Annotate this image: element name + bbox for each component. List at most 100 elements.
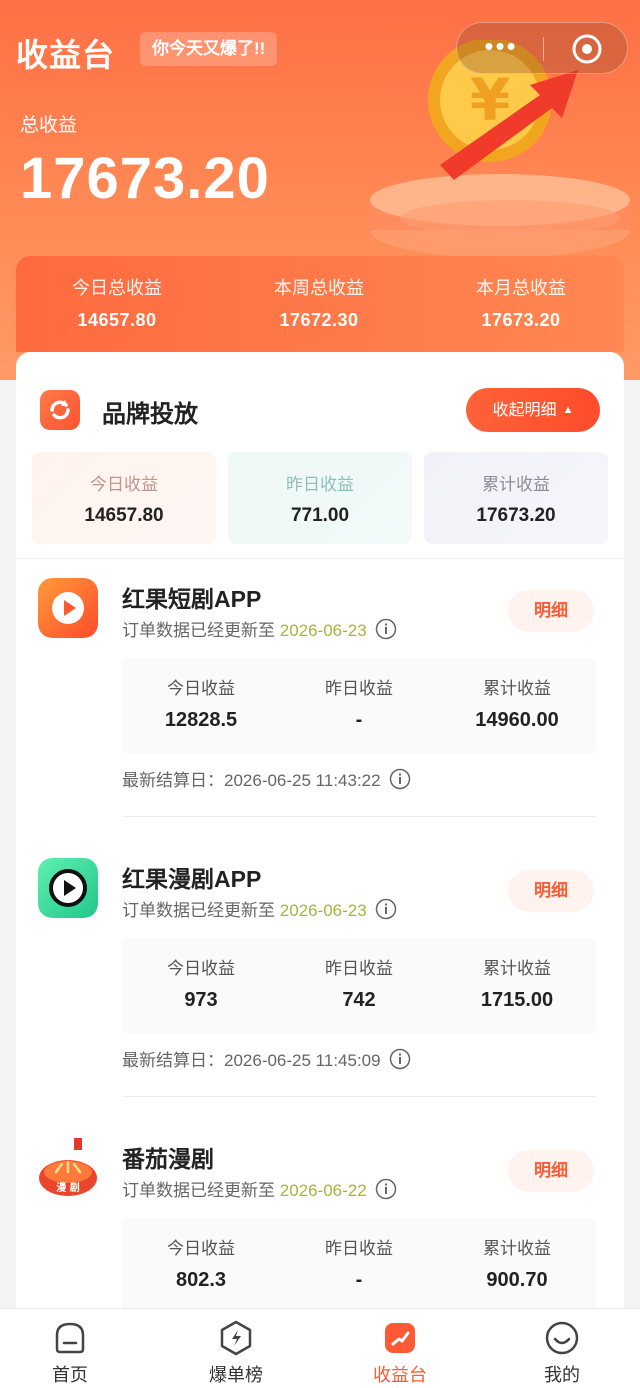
- earnings-summary-bar: 今日总收益 14657.80 本周总收益 17672.30 本月总收益 1767…: [16, 256, 624, 352]
- stat-label: 昨日收益: [325, 1239, 393, 1258]
- app-item: 红果短剧APP 订单数据已经更新至 2026-06-23 明细 今日收益 1282…: [16, 578, 624, 858]
- home-icon: [55, 1322, 85, 1354]
- collapse-label: 收起明细: [492, 402, 557, 419]
- header-banner: 收益台 你今天又爆了!! ¥ ••• 总收益 17673.20 今日总收益 14…: [0, 0, 640, 380]
- section-divider: [16, 558, 624, 559]
- summary-today: 今日总收益 14657.80: [16, 274, 218, 331]
- settlement-date: 最新结算日：2026-06-25 11:43:22: [122, 766, 411, 791]
- app-divider: [122, 1096, 596, 1097]
- detail-button[interactable]: 明细: [508, 870, 594, 912]
- stat-label: 昨日收益: [286, 475, 354, 494]
- detail-button[interactable]: 明细: [508, 1150, 594, 1192]
- tab-earnings[interactable]: 收益台: [350, 1319, 450, 1387]
- stat-value: 14960.00: [475, 709, 559, 731]
- brand-placement-icon: [40, 390, 80, 430]
- bottom-tab-bar: 首页 爆单榜 收益台 我的: [0, 1308, 640, 1388]
- profile-face-icon: [545, 1321, 579, 1355]
- info-icon[interactable]: [375, 618, 397, 640]
- app-item: 漫 剧 番茄漫剧 订单数据已经更新至 2026-06-22 明细 今日收益 802…: [16, 1138, 624, 1312]
- detail-button[interactable]: 明细: [508, 590, 594, 632]
- update-status: 订单数据已经更新至 2026-06-23: [122, 616, 397, 641]
- stat-value: 973: [184, 989, 218, 1011]
- update-prefix: 订单数据已经更新至: [122, 901, 275, 920]
- tab-profile[interactable]: 我的: [512, 1319, 612, 1387]
- stat-cumulative: 累计收益 17673.20: [424, 452, 608, 544]
- stat-value: -: [355, 709, 363, 731]
- summary-week: 本周总收益 17672.30: [218, 274, 420, 331]
- settlement-date: 最新结算日：2026-06-25 11:45:09: [122, 1046, 411, 1071]
- summary-value: 17672.30: [279, 310, 359, 330]
- info-icon[interactable]: [389, 768, 411, 790]
- summary-label: 本周总收益: [274, 278, 364, 298]
- tagline-badge: 你今天又爆了!!: [140, 32, 278, 66]
- app-name: 红果漫剧APP: [122, 866, 262, 892]
- info-icon[interactable]: [375, 898, 397, 920]
- stat-value: 1715.00: [480, 989, 554, 1011]
- app-item: 红果漫剧APP 订单数据已经更新至 2026-06-23 明细 今日收益 973 …: [16, 858, 624, 1138]
- summary-label: 本月总收益: [476, 278, 566, 298]
- update-date: 2026-06-22: [279, 1181, 367, 1200]
- stat-value: 802.3: [175, 1269, 227, 1291]
- total-earnings-value: 17673.20: [20, 146, 270, 211]
- section-title: 品牌投放: [102, 401, 198, 428]
- tab-label: 爆单榜: [209, 1365, 263, 1385]
- update-date: 2026-06-23: [279, 621, 367, 640]
- stat-value: 14657.80: [84, 505, 164, 526]
- app-stat-cumulative: 累计收益 900.70: [438, 1234, 596, 1292]
- app-stat-yesterday: 昨日收益 -: [280, 674, 438, 732]
- stat-value: 900.70: [486, 1269, 548, 1291]
- lightning-icon: [220, 1320, 252, 1356]
- stat-label: 昨日收益: [325, 679, 393, 698]
- stat-value: 771.00: [290, 505, 350, 526]
- app-stat-today: 今日收益 802.3: [122, 1234, 280, 1292]
- update-prefix: 订单数据已经更新至: [122, 621, 275, 640]
- app-divider: [122, 816, 596, 817]
- app-stats-panel: 今日收益 12828.5 昨日收益 - 累计收益 14960.00: [122, 658, 596, 754]
- tab-home[interactable]: 首页: [20, 1319, 120, 1387]
- app-stat-yesterday: 昨日收益 -: [280, 1234, 438, 1292]
- brand-placement-card: 品牌投放 收起明细 ▲ 今日收益 14657.80 昨日收益 771.00 累计收…: [16, 352, 624, 1312]
- update-prefix: 订单数据已经更新至: [122, 1181, 275, 1200]
- summary-value: 14657.80: [77, 310, 157, 330]
- tab-label: 首页: [52, 1365, 88, 1385]
- hongguo-comic-drama-app-icon: [38, 858, 98, 918]
- stat-value: 12828.5: [164, 709, 238, 731]
- more-dots-icon[interactable]: •••: [481, 23, 521, 75]
- info-icon[interactable]: [389, 1048, 411, 1070]
- caret-up-icon: ▲: [562, 404, 574, 416]
- stat-today: 今日收益 14657.80: [32, 452, 216, 544]
- tab-label: 收益台: [373, 1365, 427, 1385]
- stat-value: -: [355, 1269, 363, 1291]
- stat-yesterday: 昨日收益 771.00: [228, 452, 412, 544]
- hongguo-short-drama-app-icon: [38, 578, 98, 638]
- stat-value: 17673.20: [476, 505, 556, 526]
- mini-program-capsule: •••: [456, 22, 628, 74]
- tab-hot-list[interactable]: 爆单榜: [186, 1319, 286, 1387]
- stat-label: 累计收益: [483, 1239, 551, 1258]
- app-stat-yesterday: 昨日收益 742: [280, 954, 438, 1012]
- stat-label: 累计收益: [483, 679, 551, 698]
- earnings-icon: [385, 1323, 415, 1353]
- app-stat-cumulative: 累计收益 14960.00: [438, 674, 596, 732]
- summary-month: 本月总收益 17673.20: [420, 274, 622, 331]
- stat-label: 昨日收益: [325, 959, 393, 978]
- stat-label: 今日收益: [167, 959, 235, 978]
- fanqie-comic-drama-app-icon: 漫 剧: [38, 1138, 98, 1198]
- app-stat-today: 今日收益 12828.5: [122, 674, 280, 732]
- svg-text:漫 剧: 漫 剧: [56, 1181, 79, 1194]
- collapse-details-button[interactable]: 收起明细 ▲: [466, 388, 600, 432]
- app-stats-panel: 今日收益 802.3 昨日收益 - 累计收益 900.70: [122, 1218, 596, 1312]
- total-earnings-label: 总收益: [20, 115, 78, 136]
- summary-label: 今日总收益: [72, 278, 162, 298]
- app-stat-today: 今日收益 973: [122, 954, 280, 1012]
- target-circle-icon[interactable]: [571, 33, 603, 65]
- update-date: 2026-06-23: [279, 901, 367, 920]
- app-stats-panel: 今日收益 973 昨日收益 742 累计收益 1715.00: [122, 938, 596, 1034]
- info-icon[interactable]: [375, 1178, 397, 1200]
- stat-value: 742: [342, 989, 376, 1011]
- stat-label: 今日收益: [90, 475, 158, 494]
- settlement-text: 最新结算日：2026-06-25 11:45:09: [122, 1051, 381, 1070]
- capsule-divider: [543, 37, 544, 61]
- update-status: 订单数据已经更新至 2026-06-23: [122, 896, 397, 921]
- stat-label: 今日收益: [167, 679, 235, 698]
